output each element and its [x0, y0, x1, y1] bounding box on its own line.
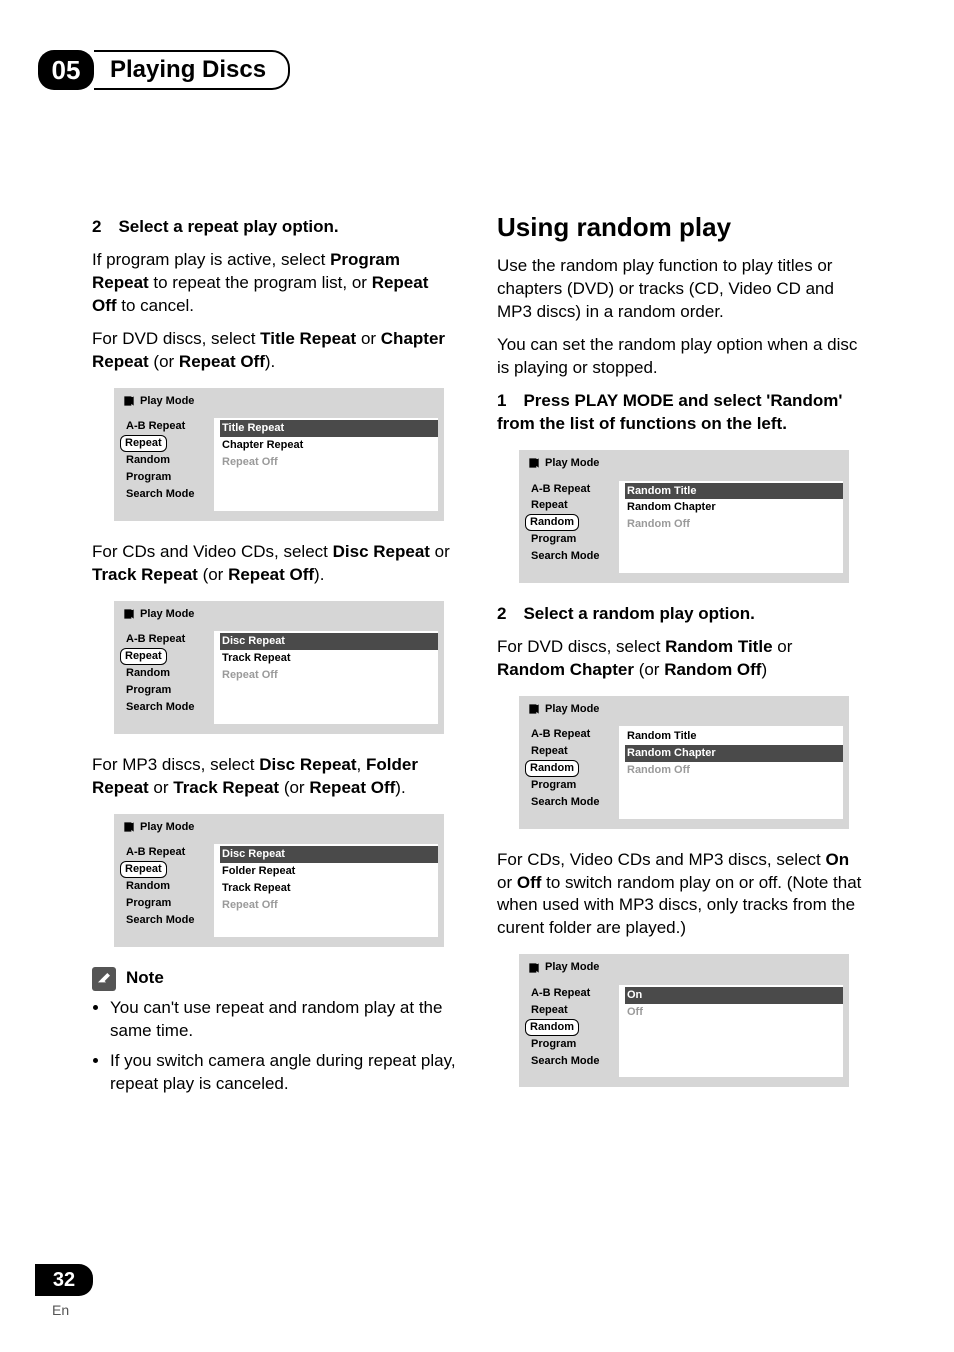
play-mode-menu-item[interactable]: Random — [122, 665, 214, 682]
play-mode-option[interactable]: Repeat Off — [220, 667, 438, 684]
play-mode-menu-item[interactable]: Random — [525, 760, 579, 777]
step-heading: 2 Select a repeat play option. — [92, 216, 457, 239]
note-icon — [92, 967, 116, 991]
play-mode-menu-item[interactable]: Random — [122, 878, 214, 895]
play-mode-options: Random TitleRandom ChapterRandom Off — [619, 726, 843, 818]
step-heading: 2 Select a random play option. — [497, 603, 862, 626]
body-text: You can set the random play option when … — [497, 334, 862, 380]
note-item: If you switch camera angle during repeat… — [110, 1050, 457, 1096]
note-label: Note — [126, 967, 164, 990]
play-mode-menu-item[interactable]: Repeat — [120, 648, 167, 665]
step-heading: 1 Press PLAY MODE and select 'Random' fr… — [497, 390, 862, 436]
play-mode-menu: A-B RepeatRepeatRandomProgramSearch Mode — [114, 838, 214, 946]
play-mode-option[interactable]: Disc Repeat — [220, 633, 438, 650]
play-mode-menu: A-B RepeatRepeatRandomProgramSearch Mode — [114, 412, 214, 520]
play-mode-menu-item[interactable]: Program — [527, 1036, 619, 1053]
play-mode-menu-item[interactable]: Search Mode — [122, 912, 214, 929]
play-mode-option[interactable]: On — [625, 987, 843, 1004]
play-mode-menu-item[interactable]: A-B Repeat — [122, 844, 214, 861]
play-mode-panel-random-cd: Play ModeA-B RepeatRepeatRandomProgramSe… — [519, 954, 849, 1087]
play-mode-option[interactable]: Random Title — [625, 728, 843, 745]
play-mode-option[interactable]: Random Title — [625, 483, 843, 500]
play-mode-option[interactable]: Folder Repeat — [220, 863, 438, 880]
play-mode-option[interactable]: Disc Repeat — [220, 846, 438, 863]
body-text: For DVD discs, select Title Repeat or Ch… — [92, 328, 457, 374]
body-text: For CDs, Video CDs and MP3 discs, select… — [497, 849, 862, 941]
play-mode-menu-item[interactable]: Program — [527, 777, 619, 794]
play-mode-options: Random TitleRandom ChapterRandom Off — [619, 481, 843, 573]
play-mode-menu-item[interactable]: Program — [527, 531, 619, 548]
play-mode-title: Play Mode — [519, 696, 849, 721]
play-mode-panel-repeat-mp3: Play ModeA-B RepeatRepeatRandomProgramSe… — [114, 814, 444, 947]
chapter-title: Playing Discs — [94, 50, 290, 90]
page-number-badge: 32 — [35, 1264, 93, 1296]
play-mode-menu-item[interactable]: Random — [122, 452, 214, 469]
play-mode-panel-repeat-dvd: Play ModeA-B RepeatRepeatRandomProgramSe… — [114, 388, 444, 521]
page-language: En — [52, 1302, 69, 1318]
play-mode-options: Title RepeatChapter RepeatRepeat Off — [214, 418, 438, 510]
play-mode-option[interactable]: Random Off — [625, 516, 843, 533]
play-mode-option[interactable]: Title Repeat — [220, 420, 438, 437]
play-mode-menu-item[interactable]: A-B Repeat — [122, 631, 214, 648]
play-mode-option[interactable]: Off — [625, 1004, 843, 1021]
play-mode-panel-repeat-cd: Play ModeA-B RepeatRepeatRandomProgramSe… — [114, 601, 444, 734]
play-mode-option[interactable]: Chapter Repeat — [220, 437, 438, 454]
play-mode-options: OnOff — [619, 985, 843, 1077]
play-mode-menu-item[interactable]: Repeat — [527, 1002, 619, 1019]
play-mode-menu-item[interactable]: A-B Repeat — [527, 481, 619, 498]
play-mode-panel-random-1: Play ModeA-B RepeatRepeatRandomProgramSe… — [519, 450, 849, 583]
right-column: Using random play Use the random play fu… — [497, 210, 862, 1232]
left-column: 2 Select a repeat play option. If progra… — [92, 210, 457, 1232]
play-mode-option[interactable]: Random Chapter — [625, 499, 843, 516]
play-mode-option[interactable]: Repeat Off — [220, 897, 438, 914]
play-mode-menu-item[interactable]: A-B Repeat — [122, 418, 214, 435]
note-list: You can't use repeat and random play at … — [92, 997, 457, 1097]
play-mode-option[interactable]: Random Chapter — [625, 745, 843, 762]
play-mode-options: Disc RepeatTrack RepeatRepeat Off — [214, 631, 438, 723]
play-mode-menu-item[interactable]: A-B Repeat — [527, 726, 619, 743]
play-mode-menu-item[interactable]: Random — [525, 514, 579, 531]
play-mode-menu-item[interactable]: A-B Repeat — [527, 985, 619, 1002]
play-mode-options: Disc RepeatFolder RepeatTrack RepeatRepe… — [214, 844, 438, 936]
play-mode-menu-item[interactable]: Repeat — [527, 497, 619, 514]
body-text: For CDs and Video CDs, select Disc Repea… — [92, 541, 457, 587]
chapter-number-badge: 05 — [38, 50, 94, 90]
play-mode-menu: A-B RepeatRepeatRandomProgramSearch Mode — [519, 475, 619, 583]
section-heading: Using random play — [497, 210, 862, 245]
play-mode-title: Play Mode — [519, 954, 849, 979]
play-mode-menu-item[interactable]: Search Mode — [527, 548, 619, 565]
play-mode-menu-item[interactable]: Repeat — [120, 435, 167, 452]
play-mode-menu: A-B RepeatRepeatRandomProgramSearch Mode — [519, 720, 619, 828]
play-mode-menu-item[interactable]: Program — [122, 895, 214, 912]
play-mode-menu-item[interactable]: Random — [525, 1019, 579, 1036]
play-mode-title: Play Mode — [519, 450, 849, 475]
play-mode-menu-item[interactable]: Search Mode — [122, 699, 214, 716]
play-mode-option[interactable]: Track Repeat — [220, 880, 438, 897]
body-text: For DVD discs, select Random Title or Ra… — [497, 636, 862, 682]
body-text: For MP3 discs, select Disc Repeat, Folde… — [92, 754, 457, 800]
play-mode-menu: A-B RepeatRepeatRandomProgramSearch Mode — [519, 979, 619, 1087]
play-mode-menu-item[interactable]: Search Mode — [527, 1053, 619, 1070]
body-text: Use the random play function to play tit… — [497, 255, 862, 324]
play-mode-menu-item[interactable]: Program — [122, 469, 214, 486]
play-mode-option[interactable]: Repeat Off — [220, 454, 438, 471]
body-text: If program play is active, select Progra… — [92, 249, 457, 318]
play-mode-title: Play Mode — [114, 388, 444, 413]
play-mode-menu-item[interactable]: Repeat — [527, 743, 619, 760]
play-mode-option[interactable]: Track Repeat — [220, 650, 438, 667]
note-item: You can't use repeat and random play at … — [110, 997, 457, 1043]
play-mode-menu-item[interactable]: Search Mode — [527, 794, 619, 811]
play-mode-title: Play Mode — [114, 814, 444, 839]
play-mode-option[interactable]: Random Off — [625, 762, 843, 779]
play-mode-menu-item[interactable]: Repeat — [120, 861, 167, 878]
play-mode-menu-item[interactable]: Program — [122, 682, 214, 699]
play-mode-title: Play Mode — [114, 601, 444, 626]
play-mode-menu: A-B RepeatRepeatRandomProgramSearch Mode — [114, 625, 214, 733]
play-mode-panel-random-2: Play ModeA-B RepeatRepeatRandomProgramSe… — [519, 696, 849, 829]
play-mode-menu-item[interactable]: Search Mode — [122, 486, 214, 503]
